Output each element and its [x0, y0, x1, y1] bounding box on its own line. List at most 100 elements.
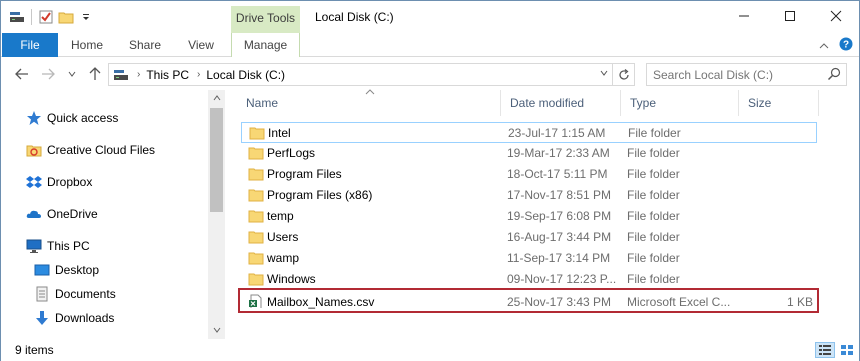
file-name: PerfLogs	[267, 146, 316, 160]
nav-item-onedrive[interactable]: OneDrive	[25, 204, 98, 224]
address-bar[interactable]: › This PC › Local Disk (C:)	[108, 63, 635, 86]
nav-label: OneDrive	[47, 207, 98, 221]
tab-home[interactable]: Home	[63, 33, 111, 57]
file-name: Program Files (x86)	[267, 188, 373, 202]
file-date: 19-Sep-17 6:08 PM	[507, 209, 612, 223]
file-date: 11-Sep-17 3:14 PM	[507, 251, 611, 265]
expand-ribbon-icon[interactable]	[819, 39, 829, 53]
details-view-icon[interactable]	[815, 342, 835, 358]
nav-label: Creative Cloud Files	[47, 143, 156, 157]
column-headers: Name Date modified Type Size	[237, 89, 855, 116]
forward-arrow-icon[interactable]	[39, 65, 57, 83]
refresh-icon[interactable]	[612, 64, 634, 85]
file-date: 09-Nov-17 12:23 P...	[507, 272, 617, 286]
system-menu-icon[interactable]	[7, 7, 27, 27]
nav-label: Documents	[55, 287, 116, 301]
item-count: 9 items	[15, 343, 54, 357]
file-list: Name Date modified Type Size Intel 23-Ju…	[237, 89, 855, 339]
nav-item-quick-access[interactable]: Quick access	[25, 108, 118, 128]
large-icons-view-icon[interactable]	[837, 342, 857, 358]
status-bar: 9 items	[1, 339, 859, 361]
table-row[interactable]: Intel 23-Jul-17 1:15 AM File folder	[241, 122, 817, 143]
file-size	[741, 185, 817, 206]
folder-icon	[248, 230, 264, 244]
table-row[interactable]: wamp 11-Sep-17 3:14 PM File folder	[241, 248, 817, 269]
folder-icon	[248, 272, 264, 286]
scroll-thumb[interactable]	[210, 108, 223, 212]
tab-view[interactable]: View	[179, 33, 223, 57]
table-row[interactable]: temp 19-Sep-17 6:08 PM File folder	[241, 206, 817, 227]
file-date: 18-Oct-17 5:11 PM	[507, 167, 608, 181]
minimize-button[interactable]	[721, 1, 767, 31]
excel-csv-icon	[248, 294, 264, 308]
table-row[interactable]: Program Files (x86) 17-Nov-17 8:51 PM Fi…	[241, 185, 817, 206]
drive-tools-header: Drive Tools	[231, 6, 300, 33]
column-header-date[interactable]: Date modified	[501, 90, 621, 116]
close-button[interactable]	[813, 1, 859, 31]
breadcrumb-chevron-icon[interactable]: ›	[197, 69, 200, 80]
file-name: Windows	[267, 272, 316, 286]
file-type: Microsoft Excel C...	[627, 295, 731, 309]
recent-locations-chevron-icon[interactable]	[63, 65, 81, 83]
search-input[interactable]	[647, 64, 822, 85]
explorer-window: Drive Tools Local Disk (C:) File Home Sh…	[0, 0, 860, 361]
maximize-button[interactable]	[767, 1, 813, 31]
properties-icon[interactable]	[36, 7, 56, 27]
tab-share[interactable]: Share	[121, 33, 169, 57]
tab-file[interactable]: File	[2, 33, 58, 57]
folder-icon	[248, 167, 264, 181]
file-size	[741, 227, 817, 248]
svg-text:?: ?	[843, 40, 849, 51]
nav-label: Dropbox	[47, 175, 93, 189]
table-row[interactable]: Users 16-Aug-17 3:44 PM File folder	[241, 227, 817, 248]
nav-item-dropbox[interactable]: Dropbox	[25, 172, 92, 192]
nav-scrollbar[interactable]	[208, 90, 225, 339]
file-size: 1 KB	[786, 295, 813, 309]
breadcrumb-chevron-icon[interactable]: ›	[137, 69, 140, 80]
folder-icon	[248, 146, 264, 160]
up-arrow-icon[interactable]	[86, 65, 104, 83]
ribbon-tabs: File Home Share View Manage ?	[1, 33, 859, 57]
file-size	[742, 123, 818, 144]
tab-manage[interactable]: Manage	[231, 33, 300, 57]
file-type: File folder	[627, 230, 680, 244]
file-type: File folder	[627, 146, 680, 160]
folder-icon	[248, 188, 264, 202]
file-name: wamp	[267, 251, 300, 265]
folder-icon	[249, 126, 265, 140]
column-header-size[interactable]: Size	[739, 90, 819, 116]
file-name: Program Files	[267, 167, 342, 181]
customize-qat-icon[interactable]	[76, 7, 96, 27]
scroll-up-icon[interactable]	[208, 90, 225, 106]
file-name: Intel	[268, 126, 291, 140]
search-box[interactable]	[646, 63, 847, 86]
nav-label: Desktop	[55, 263, 100, 277]
new-folder-icon[interactable]	[56, 7, 76, 27]
file-type: File folder	[627, 251, 680, 265]
table-row[interactable]: PerfLogs 19-Mar-17 2:33 AM File folder	[241, 143, 817, 164]
address-dropdown-icon[interactable]	[600, 68, 608, 78]
scroll-down-icon[interactable]	[208, 322, 225, 338]
file-date: 23-Jul-17 1:15 AM	[508, 126, 606, 140]
table-row[interactable]: Program Files 18-Oct-17 5:11 PM File fol…	[241, 164, 817, 185]
search-icon[interactable]	[827, 67, 841, 84]
nav-item-desktop[interactable]: Desktop	[33, 260, 99, 280]
nav-label: This PC	[47, 239, 90, 253]
nav-item-this-pc[interactable]: This PC	[25, 236, 90, 256]
table-row[interactable]: Windows 09-Nov-17 12:23 P... File folder	[241, 269, 817, 290]
breadcrumb-local-disk[interactable]: Local Disk (C:)	[206, 68, 285, 82]
breadcrumb-this-pc[interactable]: This PC	[146, 68, 189, 82]
back-arrow-icon[interactable]	[13, 65, 31, 83]
title-bar: Drive Tools Local Disk (C:)	[1, 1, 859, 33]
column-header-type[interactable]: Type	[621, 90, 739, 116]
table-row-highlighted[interactable]: Mailbox_Names.csv 25-Nov-17 3:43 PM Micr…	[238, 288, 819, 313]
nav-item-creative-cloud[interactable]: Creative Cloud Files	[25, 140, 155, 160]
window-title: Local Disk (C:)	[315, 10, 394, 24]
help-icon[interactable]: ?	[839, 37, 853, 54]
nav-item-downloads[interactable]: Downloads	[33, 308, 114, 328]
downloads-icon	[33, 309, 51, 327]
star-icon	[25, 109, 43, 127]
column-header-name[interactable]: Name	[237, 90, 501, 116]
nav-item-documents[interactable]: Documents	[33, 284, 116, 304]
file-name: Users	[267, 230, 299, 244]
